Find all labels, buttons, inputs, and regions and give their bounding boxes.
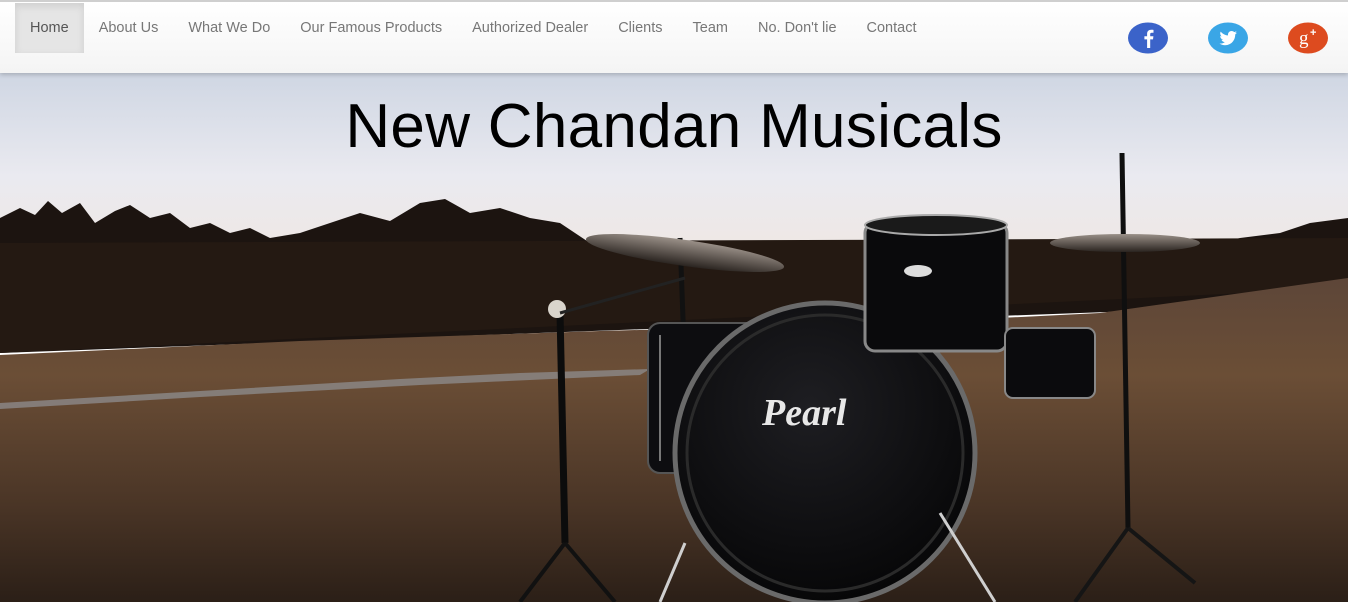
nav-item-home[interactable]: Home <box>15 3 84 53</box>
nav-item-what-we-do[interactable]: What We Do <box>173 3 285 53</box>
nav-item-our-famous-products[interactable]: Our Famous Products <box>285 3 457 53</box>
nav-item-about-us[interactable]: About Us <box>84 3 174 53</box>
svg-text:+: + <box>1310 27 1316 39</box>
svg-text:g: g <box>1299 28 1309 49</box>
nav-menu: Home About Us What We Do Our Famous Prod… <box>15 3 932 53</box>
nav-item-authorized-dealer[interactable]: Authorized Dealer <box>457 3 603 53</box>
facebook-icon <box>1128 22 1168 54</box>
hero-banner: Pearl New Chandan Musicals <box>0 73 1348 602</box>
facebook-link[interactable] <box>1128 22 1168 54</box>
twitter-icon <box>1208 22 1248 54</box>
nav-item-team[interactable]: Team <box>678 3 743 53</box>
twitter-link[interactable] <box>1208 22 1248 54</box>
nav-item-contact[interactable]: Contact <box>852 3 932 53</box>
drum-brand-logo: Pearl <box>761 392 847 434</box>
google-plus-link[interactable]: g + <box>1288 22 1328 54</box>
nav-item-clients[interactable]: Clients <box>603 3 677 53</box>
hero-title: New Chandan Musicals <box>345 92 1003 161</box>
nav-item-no-dont-lie[interactable]: No. Don't lie <box>743 3 852 53</box>
google-plus-icon: g + <box>1288 22 1328 54</box>
navbar: Home About Us What We Do Our Famous Prod… <box>0 0 1348 73</box>
